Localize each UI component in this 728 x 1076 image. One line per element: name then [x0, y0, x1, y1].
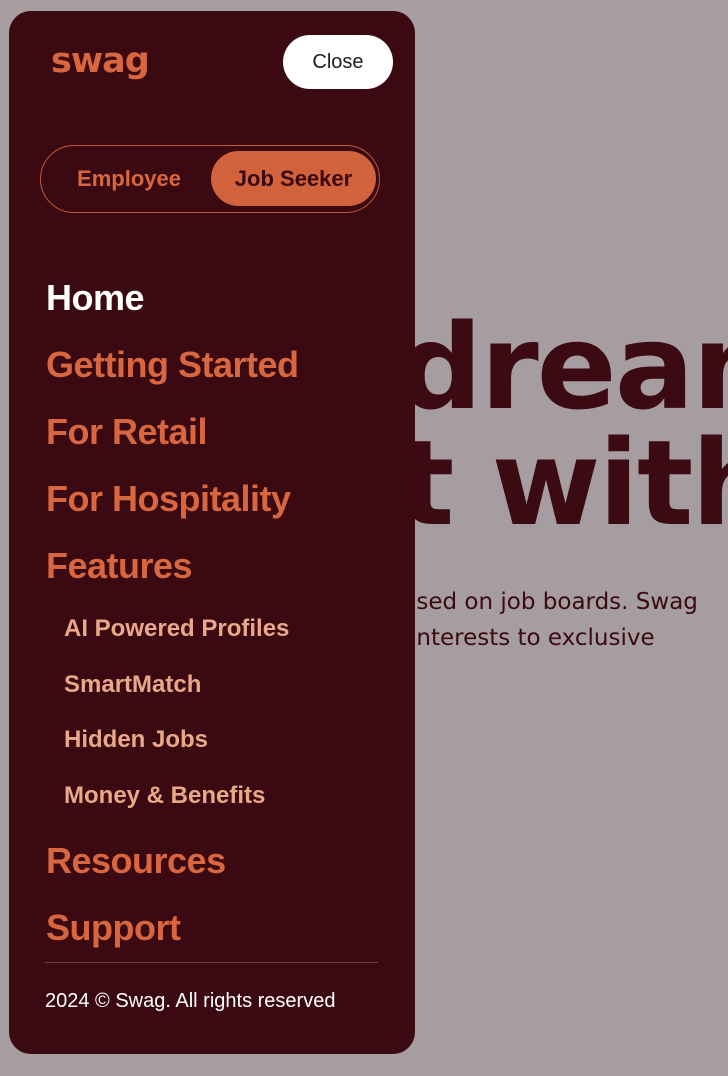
- main-nav: Home Getting Started For Retail For Hosp…: [46, 264, 299, 961]
- nav-for-retail[interactable]: For Retail: [46, 398, 299, 465]
- nav-for-hospitality[interactable]: For Hospitality: [46, 465, 299, 532]
- close-button[interactable]: Close: [283, 35, 393, 89]
- hero-paragraph-line1: ised on job boards. Swag: [410, 589, 698, 615]
- nav-drawer: swag Close Employee Job Seeker Home Gett…: [9, 11, 415, 1054]
- toggle-employee[interactable]: Employee: [49, 151, 209, 206]
- hero-heading-line2: t with: [398, 414, 728, 552]
- nav-smartmatch[interactable]: SmartMatch: [46, 657, 299, 713]
- footer-divider: [45, 962, 378, 963]
- toggle-job-seeker[interactable]: Job Seeker: [211, 151, 376, 206]
- swag-logo[interactable]: swag: [51, 41, 150, 81]
- nav-getting-started[interactable]: Getting Started: [46, 331, 299, 398]
- copyright-text: 2024 © Swag. All rights reserved: [45, 990, 336, 1012]
- hero-paragraph-line2: interests to exclusive: [410, 625, 655, 651]
- nav-features[interactable]: Features: [46, 532, 299, 599]
- audience-toggle: Employee Job Seeker: [40, 145, 380, 213]
- features-submenu: AI Powered Profiles SmartMatch Hidden Jo…: [46, 599, 299, 827]
- nav-ai-powered-profiles[interactable]: AI Powered Profiles: [46, 601, 299, 657]
- nav-money-benefits[interactable]: Money & Benefits: [46, 768, 299, 824]
- nav-home[interactable]: Home: [46, 264, 299, 331]
- nav-resources[interactable]: Resources: [46, 827, 299, 894]
- hero-heading-line1: dream: [398, 298, 728, 436]
- nav-support[interactable]: Support: [46, 894, 299, 961]
- nav-hidden-jobs[interactable]: Hidden Jobs: [46, 712, 299, 768]
- hero-paragraph: ised on job boards. Swag interests to ex…: [410, 584, 728, 656]
